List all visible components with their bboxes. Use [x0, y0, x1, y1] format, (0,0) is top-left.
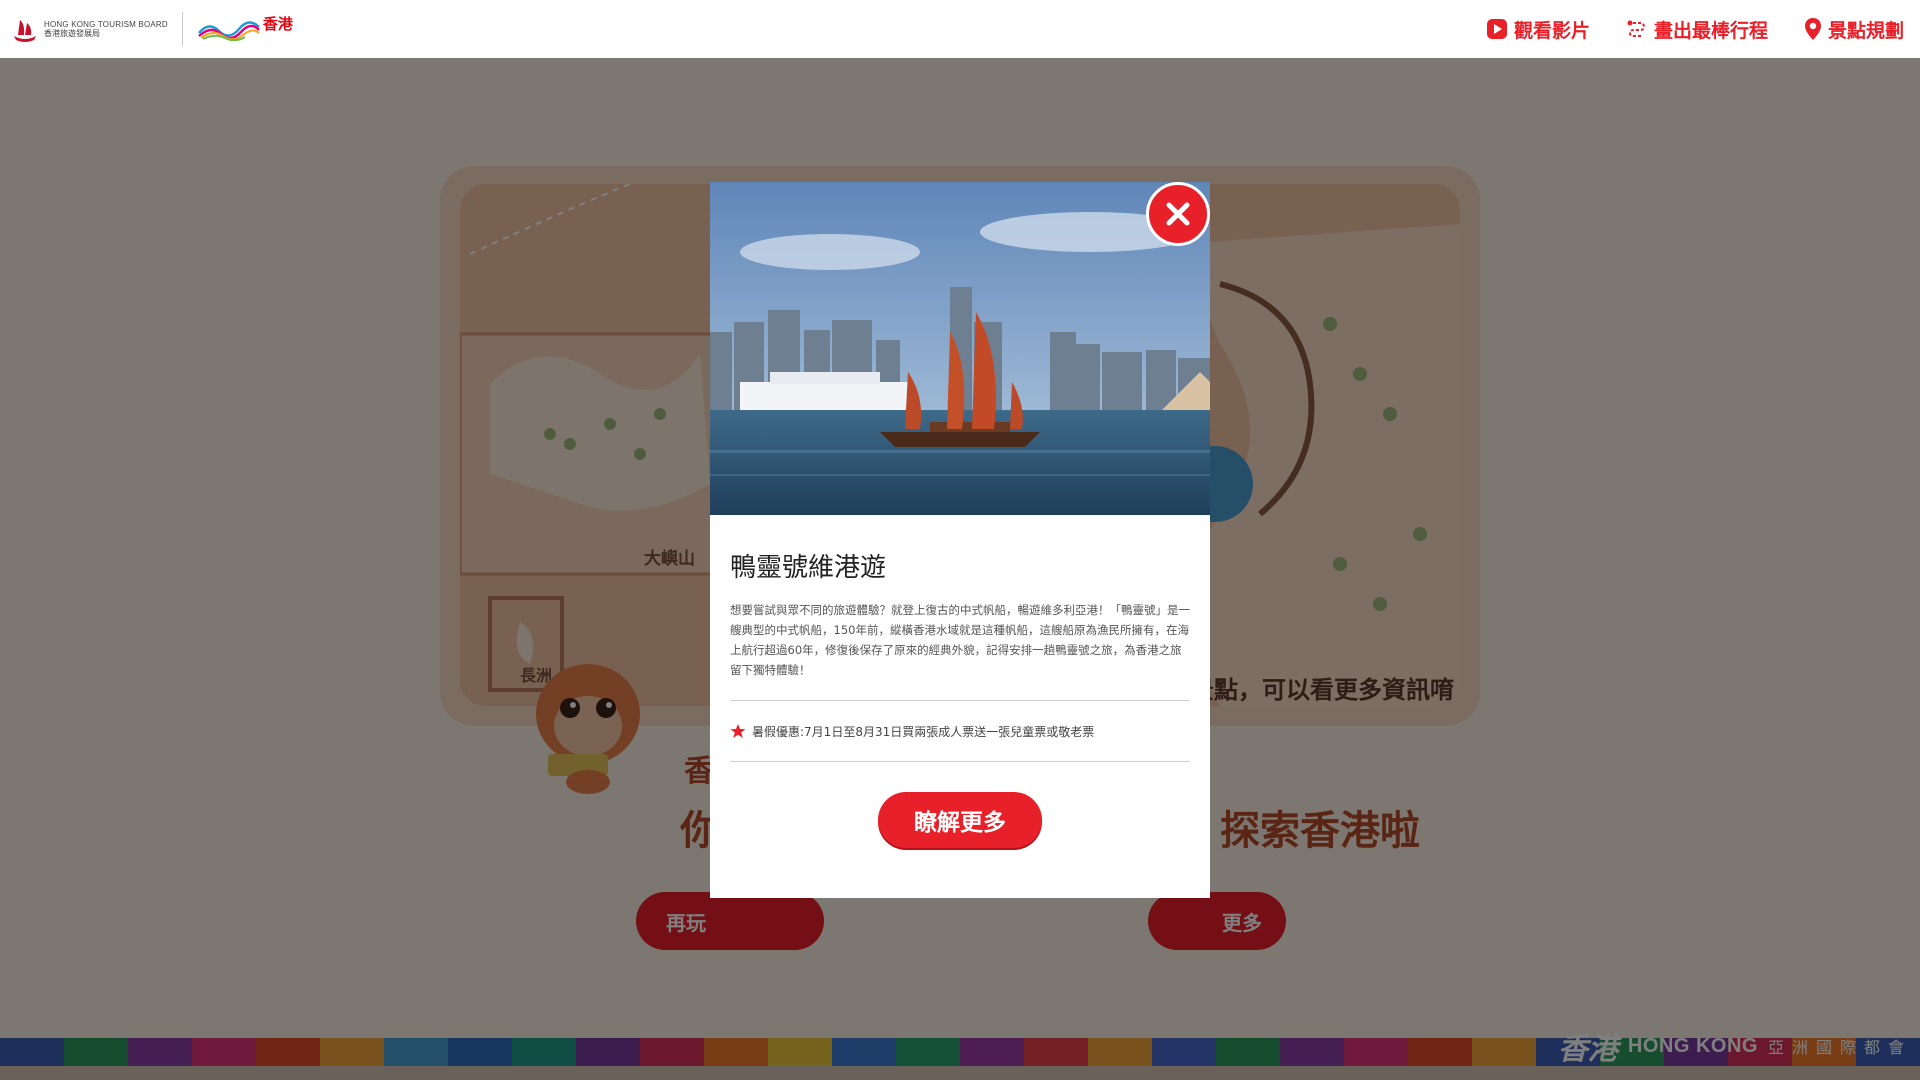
modal-body: 鴨靈號維港遊 想要嘗試與眾不同的旅遊體驗？就登上復古的中式帆船，暢遊維多利亞港！…	[730, 515, 1190, 848]
nav-watch-video[interactable]: 觀看影片	[1486, 16, 1590, 43]
nav-attraction-planning-label: 景點規劃	[1827, 19, 1904, 42]
modal-divider-bottom	[730, 761, 1190, 762]
learn-more-button[interactable]: 瞭解更多	[878, 792, 1042, 848]
junk-boat-logo-icon	[14, 20, 36, 42]
hktb-logo-zh: 香港旅遊發展局	[44, 28, 100, 38]
modal-description: 想要嘗試與眾不同的旅遊體驗？就登上復古的中式帆船，暢遊維多利亞港！「鴨靈號」是一…	[730, 603, 1190, 677]
nav-draw-itinerary-label: 畫出最棒行程	[1653, 19, 1768, 42]
hktb-logo[interactable]: HONG KONG TOURISM BOARD 香港旅遊發展局	[10, 14, 168, 44]
map-pin-icon	[1804, 18, 1821, 40]
nav-watch-video-label: 觀看影片	[1513, 19, 1590, 42]
nav-attraction-planning[interactable]: 景點規劃	[1804, 16, 1904, 43]
header-logos: HONG KONG TOURISM BOARD 香港旅遊發展局 香港	[10, 12, 293, 46]
nav-draw-itinerary[interactable]: 畫出最棒行程	[1626, 16, 1768, 43]
modal-title: 鴨靈號維港遊	[730, 553, 887, 583]
ribbon-logo-icon	[197, 21, 260, 41]
close-icon	[1166, 202, 1190, 226]
promo-line: 暑假優惠:7月1日至8月31日買兩張成人票送一張兒童票或敬老票	[730, 701, 1190, 761]
brand-logo-text: 香港	[262, 14, 293, 33]
promo-text: 暑假優惠:7月1日至8月31日買兩張成人票送一張兒童票或敬老票	[752, 724, 1095, 739]
close-button[interactable]	[1146, 182, 1210, 246]
hktb-logo-en: HONG KONG TOURISM BOARD	[44, 19, 168, 29]
play-icon	[1486, 19, 1507, 39]
header-nav: 觀看影片 畫出最棒行程 景點規劃	[1486, 16, 1904, 43]
brand-hong-kong-logo[interactable]: 香港	[197, 15, 293, 41]
attraction-photo	[710, 182, 1210, 515]
route-icon	[1627, 20, 1645, 37]
star-icon	[730, 724, 746, 738]
attraction-modal: 鴨靈號維港遊 想要嘗試與眾不同的旅遊體驗？就登上復古的中式帆船，暢遊維多利亞港！…	[710, 182, 1210, 898]
logo-divider	[181, 12, 183, 46]
site-header: HONG KONG TOURISM BOARD 香港旅遊發展局 香港 觀看影片	[0, 0, 1920, 58]
